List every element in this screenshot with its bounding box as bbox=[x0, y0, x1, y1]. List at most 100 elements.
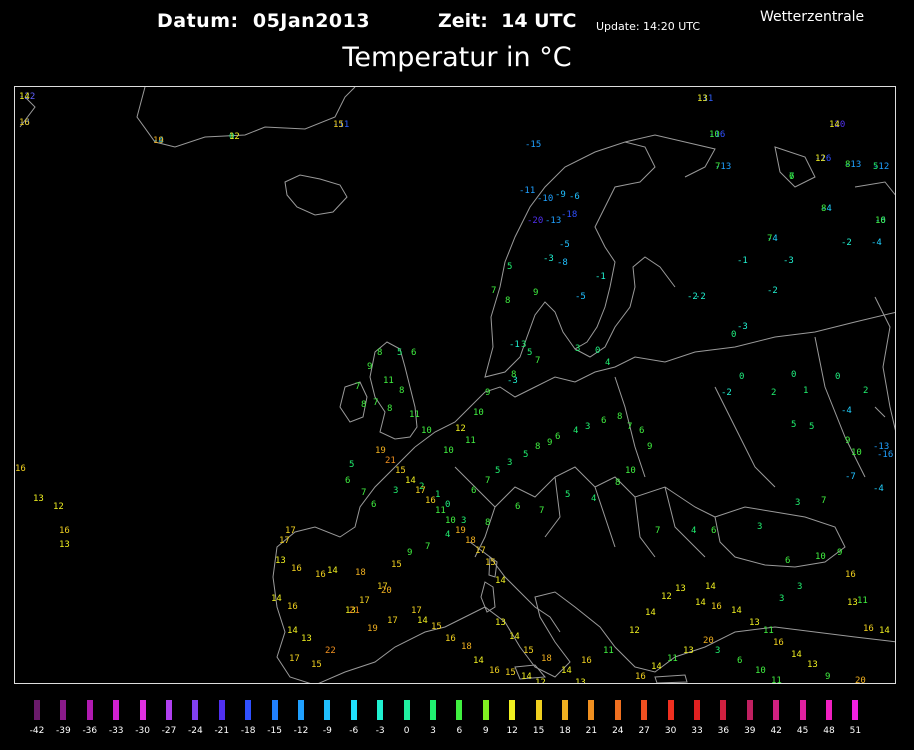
brand-label: Wetterzentrale bbox=[760, 9, 865, 25]
station-temperature: -16 bbox=[877, 450, 894, 460]
station-temperature: 3 bbox=[795, 498, 801, 508]
station-temperature: 21 bbox=[385, 456, 396, 466]
station-temperature: -4 bbox=[841, 406, 852, 416]
map-header: Datum: 05Jan2013 Zeit: 14 UTC Update: 14… bbox=[0, 0, 914, 84]
station-temperature: 13 bbox=[59, 540, 70, 550]
station-temperature: 11 bbox=[409, 410, 420, 420]
station-temperature: 2 bbox=[771, 388, 777, 398]
station-temperature: 14 bbox=[705, 582, 716, 592]
station-temperature: 19 bbox=[367, 624, 378, 634]
station-temperature: 13 bbox=[275, 556, 286, 566]
station-temperature: 16 bbox=[19, 118, 30, 128]
station-temperature: 15 bbox=[505, 668, 516, 678]
station-temperature: 15 bbox=[523, 646, 534, 656]
legend-swatch bbox=[218, 700, 225, 720]
station-temperature: 16 bbox=[291, 564, 302, 574]
east-shore bbox=[874, 296, 895, 431]
legend-swatch bbox=[535, 700, 542, 720]
station-temperature: 7 bbox=[655, 526, 661, 536]
station-temperature: 8 bbox=[361, 400, 367, 410]
station-temperature: 3 bbox=[797, 582, 803, 592]
station-temperature: 16 bbox=[635, 672, 646, 682]
station-temperature: 8 bbox=[399, 386, 405, 396]
station-temperature: 9 bbox=[647, 442, 653, 452]
station-temperature: 5 bbox=[527, 348, 533, 358]
station-temperature: 8 bbox=[821, 204, 827, 214]
station-temperature: 9 bbox=[825, 672, 831, 682]
station-temperature: 8 bbox=[535, 442, 541, 452]
station-temperature: 15 bbox=[311, 660, 322, 670]
station-temperature: 8 bbox=[617, 412, 623, 422]
station-temperature: -1 bbox=[737, 256, 748, 266]
station-temperature: 21 bbox=[349, 606, 360, 616]
station-temperature: 0 bbox=[739, 372, 745, 382]
station-temperature: 4 bbox=[691, 526, 697, 536]
station-temperature: 12 bbox=[815, 154, 826, 164]
station-temperature: 3 bbox=[757, 522, 763, 532]
station-temperature: 9 bbox=[547, 438, 553, 448]
station-temperature: 13 bbox=[749, 618, 760, 628]
station-temperature: 10 bbox=[755, 666, 766, 676]
station-temperature: 6 bbox=[555, 432, 561, 442]
station-temperature: -1 bbox=[595, 272, 606, 282]
station-temperature: -18 bbox=[561, 210, 578, 220]
station-temperature: 6 bbox=[711, 526, 717, 536]
station-temperature: 10 bbox=[445, 516, 456, 526]
station-temperature: 6 bbox=[471, 486, 477, 496]
legend-swatch bbox=[350, 700, 357, 720]
station-temperature: 7 bbox=[535, 356, 541, 366]
time-readout: Zeit: 14 UTC bbox=[438, 10, 577, 32]
station-temperature: 16 bbox=[445, 634, 456, 644]
station-temperature: 19 bbox=[153, 136, 164, 146]
map-title: Temperatur in °C bbox=[342, 42, 572, 73]
station-temperature: 6 bbox=[411, 348, 417, 358]
greenland-coast bbox=[136, 87, 356, 148]
station-temperature: 14 bbox=[651, 662, 662, 672]
station-temperature: 3 bbox=[575, 344, 581, 354]
station-temperature: -8 bbox=[557, 258, 568, 268]
station-temperature: 13 bbox=[301, 634, 312, 644]
station-temperature: 9 bbox=[407, 548, 413, 558]
kola-coast bbox=[624, 134, 716, 178]
station-temperature: 11 bbox=[603, 646, 614, 656]
station-temperature: 6 bbox=[639, 426, 645, 436]
station-temperature: 17 bbox=[285, 526, 296, 536]
station-temperature: -2 bbox=[721, 388, 732, 398]
station-temperature: 14 bbox=[521, 672, 532, 682]
legend-swatch bbox=[377, 700, 384, 720]
station-temperature: 6 bbox=[785, 556, 791, 566]
station-temperature: 9 bbox=[533, 288, 539, 298]
station-temperature: 15 bbox=[391, 560, 402, 570]
update-time: Update: 14:20 UTC bbox=[596, 20, 701, 33]
station-temperature: 3 bbox=[521, 340, 527, 350]
station-temperature: 16 bbox=[315, 570, 326, 580]
station-temperature: 4 bbox=[573, 426, 579, 436]
station-temperature: 9 bbox=[845, 436, 851, 446]
iceland-coast bbox=[284, 174, 348, 216]
station-temperature: -4 bbox=[873, 484, 884, 494]
station-temperature: 7 bbox=[361, 488, 367, 498]
station-temperature: 8 bbox=[511, 370, 517, 380]
station-temperature: 16 bbox=[581, 656, 592, 666]
legend-swatch bbox=[192, 700, 199, 720]
legend-swatch bbox=[694, 700, 700, 720]
station-temperature: 13 bbox=[807, 660, 818, 670]
station-temperature: 5 bbox=[809, 422, 815, 432]
station-temperature: 17 bbox=[289, 654, 300, 664]
mediterranean-coast bbox=[318, 591, 895, 683]
station-temperature: 18 bbox=[541, 654, 552, 664]
station-temperature: 8 bbox=[505, 296, 511, 306]
station-temperature: 11 bbox=[667, 654, 678, 664]
station-temperature: 10 bbox=[709, 130, 720, 140]
station-temperature: 6 bbox=[737, 656, 743, 666]
border-lines bbox=[454, 336, 866, 558]
station-temperature: 14 bbox=[509, 632, 520, 642]
station-temperature: 11 bbox=[771, 676, 782, 684]
station-temperature: 14 bbox=[287, 626, 298, 636]
legend-swatch bbox=[509, 700, 516, 720]
station-temperature: 6 bbox=[601, 416, 607, 426]
station-temperature: 7 bbox=[821, 496, 827, 506]
station-temperature: 13 bbox=[697, 94, 708, 104]
station-temperature: 13 bbox=[675, 584, 686, 594]
station-temperature: 7 bbox=[539, 506, 545, 516]
